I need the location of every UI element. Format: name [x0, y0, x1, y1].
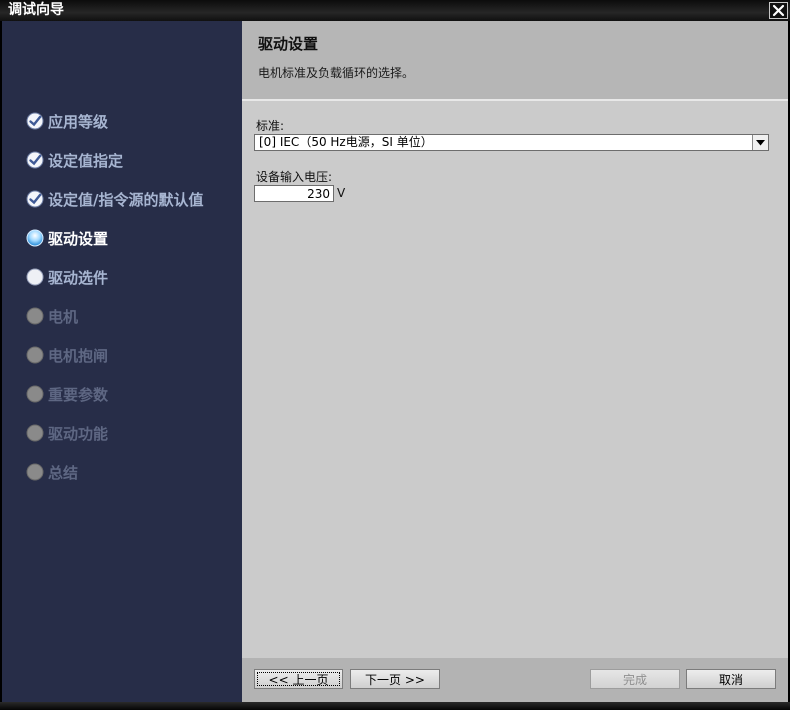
step-drive-options: 驱动选件 [26, 265, 108, 289]
step-label: 驱动设置 [48, 229, 109, 248]
step-label: 总结 [48, 463, 79, 482]
step-label: 设定值/指令源的默认值 [48, 190, 204, 209]
window-title: 调试向导 [8, 2, 64, 18]
step-motor: 电机 [26, 304, 78, 328]
step-circle-icon [26, 385, 44, 403]
check-circle-icon [26, 151, 44, 169]
step-label: 重要参数 [48, 385, 109, 404]
page-header: 驱动设置 电机标准及负载循环的选择。 [242, 21, 788, 99]
page-subtitle: 电机标准及负载循环的选择。 [258, 66, 415, 80]
current-step-icon [26, 229, 44, 247]
standard-select[interactable]: [0] IEC（50 Hz电源，SI 单位） [254, 134, 769, 151]
close-icon [772, 4, 785, 17]
step-drive-settings: 驱动设置 [26, 226, 108, 250]
voltage-label: 设备输入电压: [256, 170, 333, 184]
step-motor-brake: 电机抱闸 [26, 343, 108, 367]
dropdown-arrow-button[interactable] [752, 135, 768, 150]
cancel-button[interactable]: 取消 [686, 669, 776, 689]
step-circle-icon [26, 346, 44, 364]
step-circle-icon [26, 307, 44, 325]
chevron-down-icon [756, 139, 765, 145]
step-circle-icon [26, 463, 44, 481]
step-important-parameters: 重要参数 [26, 382, 108, 406]
page-title: 驱动设置 [258, 35, 319, 53]
standard-label: 标准: [256, 119, 285, 133]
step-setpoint-specification: 设定值指定 [26, 148, 123, 172]
step-summary: 总结 [26, 460, 78, 484]
title-bar: 调试向导 [0, 0, 790, 21]
finish-button[interactable]: 完成 [590, 669, 680, 689]
window-bottom-edge [0, 702, 790, 710]
next-button[interactable]: 下一页 >> [350, 669, 440, 689]
step-drive-functions: 驱动功能 [26, 421, 108, 445]
step-circle-icon [26, 268, 44, 286]
check-circle-icon [26, 112, 44, 130]
standard-select-value: [0] IEC（50 Hz电源，SI 单位） [259, 135, 433, 149]
voltage-unit: V [337, 186, 346, 200]
voltage-input[interactable] [254, 185, 334, 202]
step-setpoint-defaults: 设定值/指令源的默认值 [26, 187, 203, 211]
check-circle-icon [26, 190, 44, 208]
step-label: 电机 [48, 307, 79, 326]
step-label: 驱动功能 [48, 424, 109, 443]
step-circle-icon [26, 424, 44, 442]
prev-button[interactable]: << 上一页 [254, 669, 343, 689]
step-label: 电机抱闸 [48, 346, 109, 365]
step-label: 应用等级 [48, 112, 109, 131]
close-button[interactable] [769, 2, 788, 19]
wizard-steps-sidebar: 应用等级 设定值指定 设定值/指令源的默认值 驱动设置 驱动选件 电机 电机抱闸… [2, 21, 242, 702]
step-label: 驱动选件 [48, 268, 109, 287]
step-application-class: 应用等级 [26, 109, 108, 133]
step-label: 设定值指定 [48, 151, 124, 170]
